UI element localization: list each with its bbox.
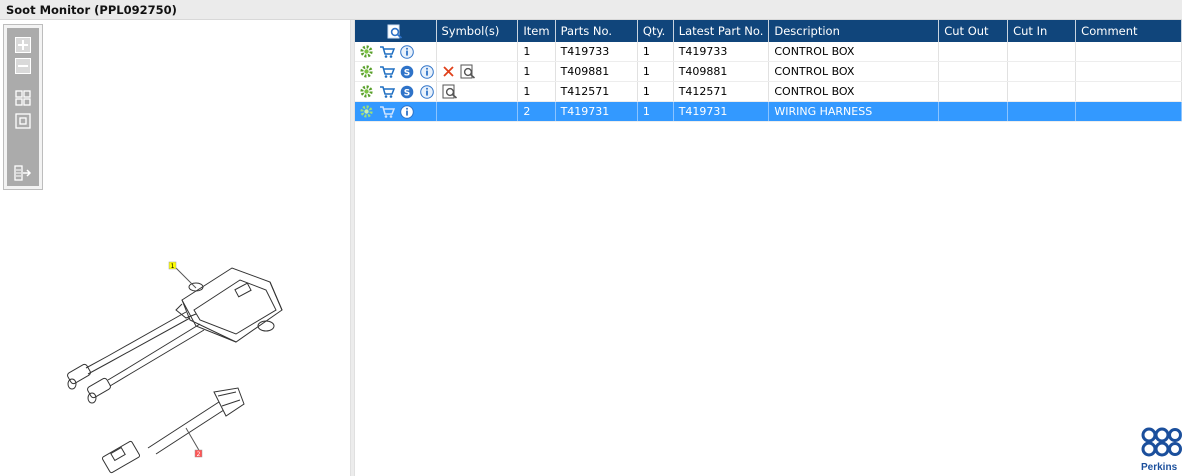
cell-description: CONTROL BOX bbox=[768, 61, 940, 82]
cell-cut-in bbox=[1007, 42, 1077, 62]
cart-icon[interactable] bbox=[379, 105, 395, 118]
cell-cut-out bbox=[938, 81, 1009, 102]
window-title-bar: Soot Monitor (PPL092750) bbox=[0, 0, 1182, 20]
cell-comment bbox=[1075, 61, 1182, 82]
export-icon bbox=[14, 165, 32, 181]
cell-symbols bbox=[436, 81, 519, 102]
table-row[interactable]: 1 T419733 1 T419733 CONTROL BOX bbox=[355, 42, 1182, 62]
cell-latest-part-no: T419733 bbox=[673, 42, 770, 62]
window-title: Soot Monitor (PPL092750) bbox=[6, 3, 177, 17]
brand-name: Perkins bbox=[1141, 462, 1178, 473]
col-qty[interactable]: Qty. bbox=[637, 20, 674, 42]
fit-all-button[interactable] bbox=[12, 88, 34, 108]
cart-icon[interactable] bbox=[379, 45, 395, 58]
actual-size-button[interactable] bbox=[12, 111, 34, 131]
search-document-icon[interactable] bbox=[460, 64, 476, 79]
cell-comment bbox=[1075, 42, 1182, 62]
search-document-icon bbox=[387, 24, 403, 39]
callout-2-label: 2 bbox=[197, 451, 201, 458]
row-actions bbox=[355, 42, 437, 62]
cell-description: WIRING HARNESS bbox=[768, 101, 940, 122]
parts-grid: Symbol(s) Item Parts No. Qty. Latest Par… bbox=[355, 20, 1182, 122]
cell-comment bbox=[1075, 81, 1182, 102]
col-cut-out[interactable]: Cut Out bbox=[938, 20, 1009, 42]
cell-symbols bbox=[436, 42, 519, 62]
cell-symbols bbox=[436, 61, 519, 82]
cell-qty: 1 bbox=[637, 42, 674, 62]
info-icon[interactable] bbox=[419, 64, 434, 79]
cell-comment bbox=[1075, 101, 1182, 122]
cell-description: CONTROL BOX bbox=[768, 81, 940, 102]
zoom-in-icon bbox=[15, 37, 31, 53]
cell-cut-out bbox=[938, 42, 1009, 62]
cell-qty: 1 bbox=[637, 61, 674, 82]
svg-text:S: S bbox=[404, 88, 410, 98]
cell-cut-in bbox=[1007, 81, 1077, 102]
cell-latest-part-no: T412571 bbox=[673, 81, 770, 102]
cross-icon[interactable] bbox=[442, 65, 455, 78]
row-actions: S bbox=[355, 81, 437, 102]
export-button[interactable] bbox=[12, 163, 34, 183]
cell-cut-out bbox=[938, 101, 1009, 122]
cell-part-no: T419733 bbox=[555, 42, 638, 62]
zoom-out-button[interactable] bbox=[12, 56, 34, 76]
grid-header: Symbol(s) Item Parts No. Qty. Latest Par… bbox=[355, 20, 1182, 42]
row-actions: S bbox=[355, 61, 437, 82]
search-document-icon[interactable] bbox=[442, 84, 458, 99]
cell-qty: 1 bbox=[637, 101, 674, 122]
cell-item: 1 bbox=[517, 61, 556, 82]
perkins-logo bbox=[1141, 427, 1182, 457]
col-cut-in[interactable]: Cut In bbox=[1007, 20, 1077, 42]
info-icon[interactable] bbox=[419, 84, 434, 99]
row-actions bbox=[355, 101, 437, 122]
header-search-cell[interactable] bbox=[355, 20, 437, 42]
gear-icon[interactable] bbox=[360, 85, 373, 98]
cell-cut-out bbox=[938, 61, 1009, 82]
cell-item: 2 bbox=[517, 101, 556, 122]
gear-icon[interactable] bbox=[360, 105, 373, 118]
table-row[interactable]: S 1 T409881 1 T409881 CONTROL BOX bbox=[355, 61, 1182, 82]
svg-text:S: S bbox=[404, 68, 410, 78]
cell-item: 1 bbox=[517, 42, 556, 62]
col-comment[interactable]: Comment bbox=[1075, 20, 1182, 42]
cell-cut-in bbox=[1007, 101, 1077, 122]
table-row[interactable]: S 1 T412571 1 T412571 CONTROL BOX bbox=[355, 81, 1182, 102]
cell-part-no: T412571 bbox=[555, 81, 638, 102]
col-item[interactable]: Item bbox=[517, 20, 556, 42]
actual-size-icon bbox=[15, 113, 31, 129]
s-icon[interactable]: S bbox=[400, 85, 414, 99]
cell-qty: 1 bbox=[637, 81, 674, 102]
cell-part-no: T419731 bbox=[555, 101, 638, 122]
gear-icon[interactable] bbox=[360, 45, 373, 58]
zoom-in-button[interactable] bbox=[12, 35, 34, 55]
col-latest-part-no[interactable]: Latest Part No. bbox=[673, 20, 770, 42]
col-parts-no[interactable]: Parts No. bbox=[555, 20, 638, 42]
callout-1-label: 1 bbox=[171, 263, 175, 270]
viewer-toolbox bbox=[3, 24, 43, 190]
info-icon[interactable] bbox=[400, 44, 414, 59]
fit-all-icon bbox=[15, 90, 31, 106]
cell-latest-part-no: T409881 bbox=[673, 61, 770, 82]
s-icon[interactable]: S bbox=[400, 65, 414, 79]
zoom-out-icon bbox=[15, 58, 31, 74]
col-symbols[interactable]: Symbol(s) bbox=[436, 20, 519, 42]
gear-icon[interactable] bbox=[360, 65, 373, 78]
cart-icon[interactable] bbox=[379, 65, 395, 78]
cell-description: CONTROL BOX bbox=[768, 42, 940, 62]
cell-cut-in bbox=[1007, 61, 1077, 82]
cart-icon[interactable] bbox=[379, 85, 395, 98]
col-description[interactable]: Description bbox=[768, 20, 940, 42]
cell-item: 1 bbox=[517, 81, 556, 102]
cell-latest-part-no: T419731 bbox=[673, 101, 770, 122]
illustration-pane[interactable]: 1 2 bbox=[0, 20, 350, 476]
table-row-selected[interactable]: 2 T419731 1 T419731 WIRING HARNESS bbox=[355, 101, 1182, 122]
cell-symbols bbox=[436, 101, 519, 122]
info-icon[interactable] bbox=[400, 104, 414, 119]
cell-part-no: T409881 bbox=[555, 61, 638, 82]
parts-illustration: 1 2 bbox=[67, 261, 283, 474]
